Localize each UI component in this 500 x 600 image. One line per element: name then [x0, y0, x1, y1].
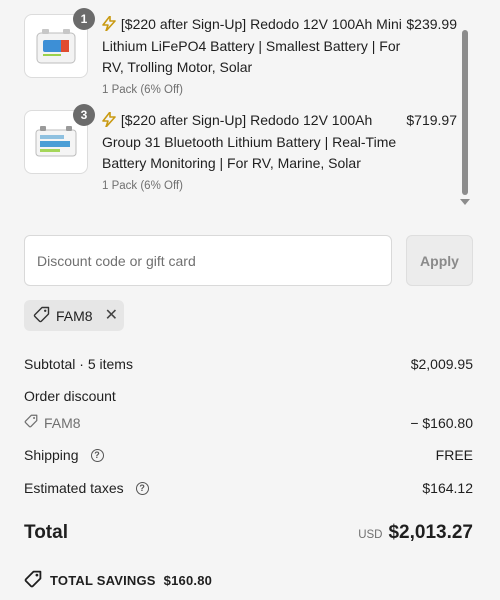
- order-discount-value: − $160.80: [410, 414, 473, 431]
- tag-icon: [24, 414, 38, 431]
- quantity-badge: 3: [73, 104, 95, 126]
- promo-prefix: [$220 after Sign-Up]: [120, 16, 247, 32]
- order-discount-label: Order discount: [24, 388, 116, 404]
- mini-battery-image: [36, 29, 76, 64]
- product-price: $239.99: [406, 16, 457, 32]
- product-title[interactable]: [$220 after Sign-Up] Redodo 12V 100Ah Mi…: [102, 14, 402, 97]
- order-discount-row: Order discount: [24, 388, 473, 404]
- product-variant: 1 Pack (6% Off): [102, 179, 183, 192]
- scroll-down-arrow-icon[interactable]: [460, 199, 470, 205]
- apply-button[interactable]: Apply: [406, 235, 473, 286]
- savings-label: TOTAL SAVINGS: [50, 573, 156, 588]
- group31-battery-image: [35, 126, 77, 157]
- cart-item: 1 [$220 after Sign-Up] Redodo 12V 100Ah …: [24, 8, 464, 98]
- taxes-value: $164.12: [422, 480, 473, 496]
- total-row: Total USD $2,013.27: [24, 522, 473, 544]
- taxes-label: Estimated taxes: [24, 480, 124, 496]
- product-title[interactable]: [$220 after Sign-Up] Redodo 12V 100Ah Gr…: [102, 110, 402, 193]
- total-label: Total: [24, 522, 68, 543]
- applied-discount-chip: FAM8 ✕: [24, 300, 124, 331]
- product-variant: 1 Pack (6% Off): [102, 83, 183, 96]
- savings-tag-icon: [24, 570, 42, 591]
- remove-code-icon[interactable]: ✕: [105, 307, 118, 324]
- currency-code: USD: [358, 529, 383, 541]
- discount-code-input[interactable]: [24, 235, 392, 286]
- shipping-label: Shipping: [24, 447, 79, 463]
- order-discount-detail-row: FAM8 − $160.80: [24, 414, 473, 431]
- subtotal-value: $2,009.95: [410, 356, 473, 372]
- applied-code-label: FAM8: [56, 307, 93, 324]
- shipping-row: Shipping ? FREE: [24, 447, 473, 463]
- scrollbar-thumb[interactable]: [462, 30, 468, 195]
- tag-icon: [33, 306, 50, 326]
- promo-prefix: [$220 after Sign-Up]: [120, 112, 247, 128]
- savings-value: $160.80: [163, 573, 213, 588]
- subtotal-label: Subtotal · 5 items: [24, 356, 133, 372]
- lightning-icon: [102, 15, 120, 32]
- help-icon[interactable]: ?: [135, 481, 149, 495]
- taxes-row: Estimated taxes ? $164.12: [24, 480, 473, 496]
- subtotal-row: Subtotal · 5 items $2,009.95: [24, 356, 473, 372]
- cart-item: 3 [$220 after Sign-Up] Redodo 12V 100Ah …: [24, 104, 464, 210]
- total-value: $2,013.27: [388, 522, 473, 543]
- order-discount-code: FAM8: [44, 414, 81, 431]
- shipping-value: FREE: [435, 447, 473, 463]
- lightning-icon: [102, 111, 120, 128]
- quantity-badge: 1: [73, 8, 95, 30]
- total-savings-row: TOTAL SAVINGS $160.80: [24, 570, 212, 591]
- scrollbar[interactable]: [458, 22, 472, 212]
- cart-items-list[interactable]: 1 [$220 after Sign-Up] Redodo 12V 100Ah …: [0, 0, 500, 215]
- help-icon[interactable]: ?: [90, 448, 104, 462]
- product-price: $719.97: [406, 112, 457, 128]
